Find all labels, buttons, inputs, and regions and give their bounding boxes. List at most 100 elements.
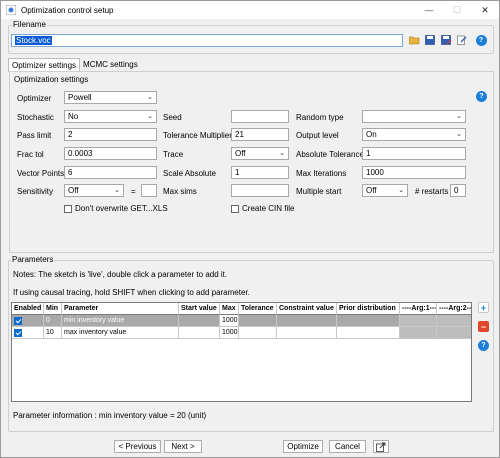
open-folder-button[interactable]	[407, 33, 421, 47]
stochastic-select[interactable]: No ⌄	[64, 110, 157, 123]
column-enabled[interactable]: Enabled	[12, 303, 44, 315]
min-cell[interactable]: 10	[44, 327, 62, 339]
scale-absolute-input[interactable]: 1	[231, 166, 289, 179]
previous-button[interactable]: < Previous	[114, 440, 161, 453]
add-parameter-button[interactable]: +	[478, 302, 489, 313]
tolerance-cell[interactable]	[239, 327, 277, 339]
open-folder-icon	[408, 36, 419, 44]
optimization-help-icon[interactable]: ?	[476, 91, 487, 102]
restarts-input[interactable]: 0	[450, 184, 466, 197]
chevron-down-icon: ⌄	[114, 187, 120, 194]
help-icon: ?	[475, 34, 487, 46]
minimize-button[interactable]: —	[415, 1, 443, 19]
pass-limit-label: Pass limit	[17, 131, 52, 140]
create-cin-label: Create CIN file	[242, 204, 295, 213]
app-icon	[6, 5, 16, 15]
save-as-icon	[440, 35, 451, 45]
column-start-value[interactable]: Start value	[179, 303, 220, 315]
pass-limit-input[interactable]: 2	[64, 128, 157, 141]
sensitivity-select[interactable]: Off ⌄	[64, 184, 124, 197]
column-tolerance[interactable]: Tolerance	[239, 303, 277, 315]
enabled-cell[interactable]	[12, 327, 44, 339]
save-icon	[425, 35, 435, 45]
max-iterations-input[interactable]: 1000	[362, 166, 466, 179]
parameter-cell[interactable]: min inventory value	[62, 315, 179, 327]
tolerance-cell[interactable]	[239, 315, 277, 327]
frac-tol-input[interactable]: 0.0003	[64, 147, 157, 160]
max-cell[interactable]: 1000	[220, 315, 239, 327]
column-arg2[interactable]: ----Arg:2----	[437, 303, 471, 315]
create-cin-checkbox[interactable]	[231, 205, 239, 213]
table-row[interactable]: 10 max inventory value 1000	[12, 327, 471, 339]
save-button[interactable]	[423, 33, 437, 47]
column-max[interactable]: Max	[220, 303, 239, 315]
absolute-tolerance-label: Absolute Tolerance	[296, 150, 364, 159]
output-level-select[interactable]: On ⌄	[362, 128, 466, 141]
settings-tabs: Optimizer settings MCMC settings	[8, 58, 141, 72]
save-as-button[interactable]	[439, 33, 453, 47]
multiple-start-value: Off	[366, 186, 377, 195]
constraint-cell[interactable]	[277, 315, 337, 327]
output-level-label: Output level	[296, 131, 339, 140]
chevron-down-icon: ⌄	[279, 150, 285, 157]
column-parameter[interactable]: Parameter	[62, 303, 179, 315]
parameters-help-icon[interactable]: ?	[478, 340, 489, 351]
parameter-cell[interactable]: max inventory value	[62, 327, 179, 339]
trace-value: Off	[235, 149, 246, 158]
min-cell[interactable]: 0	[44, 315, 62, 327]
optimizer-select[interactable]: Powell ⌄	[64, 91, 157, 104]
constraint-cell[interactable]	[277, 327, 337, 339]
start-value-cell[interactable]	[179, 315, 220, 327]
tab-optimizer-settings[interactable]: Optimizer settings	[8, 58, 81, 72]
optimization-settings-label: Optimization settings	[13, 75, 90, 84]
column-constraint-value[interactable]: Constraint value	[277, 303, 337, 315]
arg2-cell	[437, 315, 471, 327]
enabled-cell[interactable]	[12, 315, 44, 327]
start-value-cell[interactable]	[179, 327, 220, 339]
absolute-tolerance-input[interactable]: 1	[362, 147, 466, 160]
vector-points-input[interactable]: 6	[64, 166, 157, 179]
edit-button[interactable]	[455, 33, 469, 47]
arg2-cell	[437, 327, 471, 339]
next-button[interactable]: Next >	[164, 440, 202, 453]
maximize-button[interactable]: ☐	[443, 1, 471, 19]
close-button[interactable]: ✕	[471, 1, 499, 19]
tolerance-multiplier-input[interactable]: 21	[231, 128, 289, 141]
chevron-down-icon: ⌄	[398, 187, 404, 194]
optimizer-value: Powell	[68, 93, 92, 102]
arg1-cell	[400, 315, 437, 327]
random-type-select[interactable]: ⌄	[362, 110, 466, 123]
optimization-setup-window: Optimization control setup — ☐ ✕ Filenam…	[0, 0, 500, 458]
column-arg1[interactable]: ----Arg:1----	[400, 303, 437, 315]
prior-cell[interactable]	[337, 327, 400, 339]
trace-select[interactable]: Off ⌄	[231, 147, 289, 160]
parameters-note-1: Notes: The sketch is 'live', double clic…	[13, 270, 228, 279]
remove-parameter-button[interactable]: −	[478, 321, 489, 332]
frac-tol-label: Frac tol	[17, 150, 44, 159]
max-cell[interactable]: 1000	[220, 327, 239, 339]
seed-input[interactable]	[231, 110, 289, 123]
stochastic-label: Stochastic	[17, 113, 54, 122]
dont-overwrite-checkbox[interactable]	[64, 205, 72, 213]
cancel-button[interactable]: Cancel	[329, 440, 366, 453]
column-min[interactable]: Min	[44, 303, 62, 315]
table-header: Enabled Min Parameter Start value Max To…	[12, 303, 471, 315]
title-bar: Optimization control setup — ☐ ✕	[1, 1, 499, 19]
tab-mcmc-settings[interactable]: MCMC settings	[80, 58, 141, 72]
sensitivity-equals: =	[131, 187, 136, 196]
max-sims-label: Max sims	[163, 187, 197, 196]
column-prior-distribution[interactable]: Prior distribution	[337, 303, 400, 315]
sensitivity-value-input[interactable]	[141, 184, 157, 197]
filename-input[interactable]: Stock.voc	[11, 34, 403, 47]
help-button-top[interactable]: ?	[474, 33, 488, 47]
multiple-start-select[interactable]: Off ⌄	[362, 184, 408, 197]
max-sims-input[interactable]	[231, 184, 289, 197]
enabled-checkbox[interactable]	[14, 329, 22, 337]
optimize-button[interactable]: Optimize	[283, 440, 323, 453]
table-row[interactable]: 0 min inventory value 1000	[12, 315, 471, 327]
enabled-checkbox[interactable]	[14, 317, 22, 325]
parameters-table[interactable]: Enabled Min Parameter Start value Max To…	[11, 302, 472, 402]
parameters-label: Parameters	[11, 255, 55, 264]
export-button[interactable]	[373, 440, 389, 453]
prior-cell[interactable]	[337, 315, 400, 327]
